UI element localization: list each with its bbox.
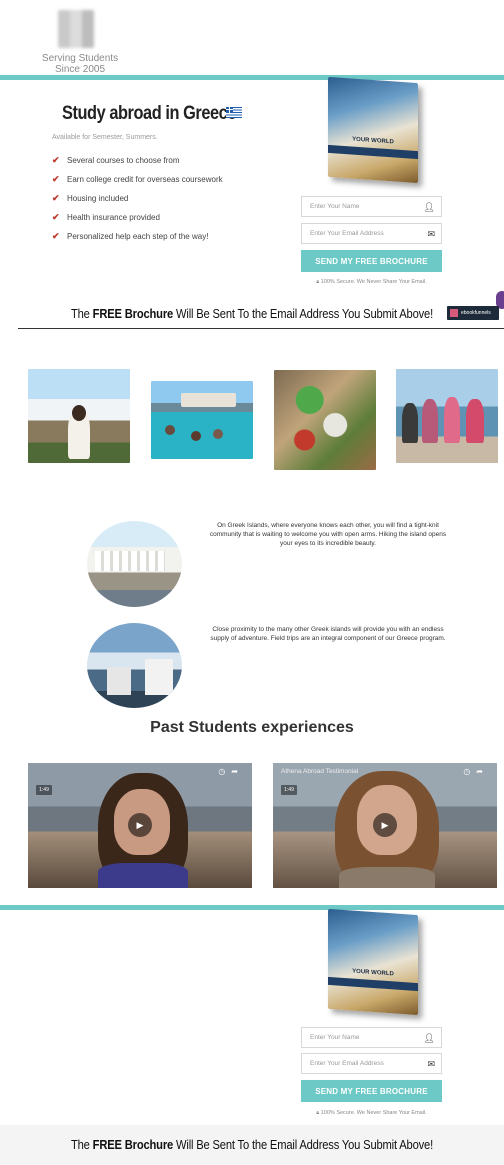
- island-paragraph-1: On Greek Islands, where everyone knows e…: [209, 522, 447, 547]
- video-duration: 1:49: [281, 785, 297, 795]
- play-icon[interactable]: ▶: [128, 813, 152, 837]
- island-paragraph-2: Close proximity to the many other Greek …: [210, 626, 446, 642]
- send-brochure-button[interactable]: SEND MY FREE BROCHURE: [301, 1080, 442, 1102]
- feature-item: ✔ Health insurance provided: [52, 212, 160, 222]
- photo-student-santorini: [28, 369, 130, 463]
- ebookfunnels-badge[interactable]: ebookfunnels: [447, 306, 499, 320]
- section-divider: [18, 328, 504, 329]
- tagline-line1: Serving Students: [41, 53, 119, 64]
- tagline: Serving Students Since 2005: [30, 53, 130, 75]
- testimonial-video-1[interactable]: ◷➦ 1:49 ▶: [28, 763, 252, 888]
- photo-swimming-boat: [151, 381, 253, 459]
- envelope-icon: ✉: [427, 229, 435, 239]
- name-input[interactable]: Enter Your Name 👤︎: [301, 196, 442, 217]
- book-band: [328, 144, 418, 160]
- check-icon: ✔: [52, 193, 60, 203]
- send-brochure-button[interactable]: SEND MY FREE BROCHURE: [301, 250, 442, 272]
- user-icon: 👤︎: [423, 1033, 435, 1043]
- feature-item: ✔ Housing included: [52, 193, 129, 203]
- photo-greek-food: [274, 370, 376, 470]
- hero-subtitle: Available for Semester, Summers.: [52, 134, 158, 141]
- ebookfunnels-logo-icon: [450, 309, 458, 317]
- check-icon: ✔: [52, 212, 60, 222]
- book-band: [328, 976, 418, 992]
- share-icon[interactable]: ➦: [476, 767, 489, 776]
- share-icon[interactable]: ➦: [231, 767, 244, 776]
- video-controls[interactable]: ◷➦: [218, 767, 244, 776]
- email-input[interactable]: Enter Your Email Address ✉: [301, 223, 442, 244]
- video-title: Athena Abroad Testimonial: [281, 768, 359, 775]
- play-icon[interactable]: ▶: [373, 813, 397, 837]
- name-input[interactable]: Enter Your Name 👤︎: [301, 1027, 442, 1048]
- page-title: Study abroad in Greece: [62, 103, 236, 124]
- secure-note: 🔒︎ 100% Secure. We Never Share Your Emai…: [316, 279, 427, 285]
- envelope-icon: ✉: [427, 1059, 435, 1069]
- circle-photo-island-village: [87, 521, 182, 607]
- check-icon: ✔: [52, 155, 60, 165]
- top-divider: [0, 75, 504, 80]
- feature-item: ✔ Personalized help each step of the way!: [52, 231, 209, 241]
- check-icon: ✔: [52, 174, 60, 184]
- feature-item: ✔ Several courses to choose from: [52, 155, 180, 165]
- testimonial-video-2[interactable]: Athena Abroad Testimonial ◷➦ 1:49 ▶: [273, 763, 497, 888]
- circle-photo-harbor: [87, 623, 182, 708]
- video-controls[interactable]: ◷➦: [463, 767, 489, 776]
- bottom-divider: [0, 905, 504, 910]
- tagline-line2: Since 2005: [54, 64, 106, 75]
- secure-note: 🔒︎ 100% Secure. We Never Share Your Emai…: [316, 1110, 427, 1116]
- brochure-book-image: YOUR WORLD: [328, 76, 418, 184]
- clock-icon[interactable]: ◷: [463, 767, 476, 776]
- feature-item: ✔ Earn college credit for overseas course…: [52, 174, 223, 184]
- check-icon: ✔: [52, 231, 60, 241]
- clock-icon[interactable]: ◷: [218, 767, 231, 776]
- logo-image: [58, 10, 94, 48]
- video-duration: 1:49: [36, 785, 52, 795]
- user-icon: 👤︎: [423, 202, 435, 212]
- greek-flag-icon: [226, 107, 242, 118]
- testimonials-title: Past Students experiences: [150, 719, 354, 736]
- brochure-banner: The FREE Brochure Will Be Sent To the Em…: [70, 306, 434, 321]
- email-input[interactable]: Enter Your Email Address ✉: [301, 1053, 442, 1074]
- brochure-book-image: YOUR WORLD: [328, 908, 418, 1016]
- photo-friends-seaside: [396, 369, 498, 463]
- brochure-banner: The FREE Brochure Will Be Sent To the Em…: [70, 1137, 434, 1152]
